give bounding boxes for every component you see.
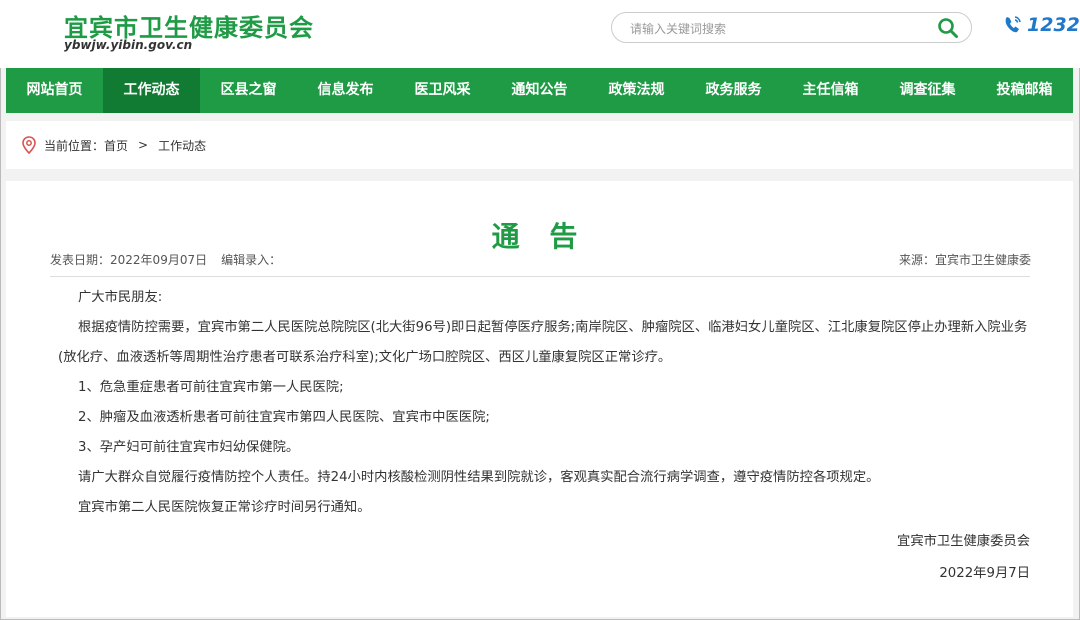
search-button[interactable] [937, 17, 959, 39]
editor-label: 编辑录入： [221, 253, 282, 267]
site-url: ybwjw.yibin.gov.cn [64, 38, 193, 52]
nav-item-surveys[interactable]: 调查征集 [879, 68, 976, 113]
main-nav: 网站首页 工作动态 区县之窗 信息发布 医卫风采 通知公告 政策法规 政务服务 … [6, 68, 1073, 113]
nav-item-gov-services[interactable]: 政务服务 [685, 68, 782, 113]
paragraph: 1、危急重症患者可前往宜宾市第一人民医院; [78, 380, 344, 395]
source-value: 宜宾市卫生健康委 [934, 253, 1031, 267]
article-meta: 发表日期：2022年09月07日 编辑录入： [50, 251, 281, 268]
nav-item-medical-style[interactable]: 医卫风采 [394, 68, 491, 113]
paragraph: 请广大群众自觉履行疫情防控个人责任。持24小时内核酸检测阴性结果到院就诊，客观真… [78, 470, 880, 485]
breadcrumb: 当前位置： 首页 > 工作动态 [6, 121, 1073, 169]
hotline: 12320 [1003, 14, 1080, 36]
divider [50, 276, 1030, 277]
paragraph: 根据疫情防控需要，宜宾市第二人民医院总院院区(北大街96号)即日起暂停医疗服务;… [58, 320, 1028, 365]
nav-item-policies[interactable]: 政策法规 [588, 68, 685, 113]
breadcrumb-label: 当前位置： [44, 138, 105, 153]
nav-item-home[interactable]: 网站首页 [6, 68, 103, 113]
publish-date: 2022年09月07日 [110, 253, 208, 267]
phone-icon [1005, 16, 1021, 33]
site-header: 宜宾市卫生健康委员会 ybwjw.yibin.gov.cn 12320 [0, 0, 1080, 68]
signature-org: 宜宾市卫生健康委员会 [897, 534, 1030, 549]
paragraph: 3、孕产妇可前往宜宾市妇幼保健院。 [78, 440, 300, 455]
search-icon [938, 18, 958, 38]
paragraph: 宜宾市第二人民医院恢复正常诊疗时间另行通知。 [78, 500, 371, 515]
hotline-number[interactable]: 12320 [1027, 14, 1080, 36]
nav-item-director-mailbox[interactable]: 主任信箱 [782, 68, 879, 113]
greeting: 广大市民朋友: [78, 290, 163, 305]
nav-item-submission-mail[interactable]: 投稿邮箱 [976, 68, 1073, 113]
nav-item-info-release[interactable]: 信息发布 [297, 68, 394, 113]
article-body: 广大市民朋友: 根据疫情防控需要，宜宾市第二人民医院总院院区(北大街96号)即日… [58, 283, 1030, 589]
search-box [611, 12, 972, 43]
search-input[interactable] [628, 18, 922, 40]
location-pin-icon [22, 136, 36, 154]
article-title: 通 告 [491, 220, 588, 253]
article-source: 来源：宜宾市卫生健康委 [899, 251, 1031, 268]
date-label: 发表日期： [50, 253, 111, 267]
nav-item-work-news[interactable]: 工作动态 [103, 68, 200, 113]
source-label: 来源： [898, 253, 935, 267]
breadcrumb-home-link[interactable]: 首页 [104, 137, 128, 154]
nav-item-notices[interactable]: 通知公告 [491, 68, 588, 113]
breadcrumb-current-link[interactable]: 工作动态 [158, 137, 206, 154]
paragraph: 2、肿瘤及血液透析患者可前往宜宾市第四人民医院、宜宾市中医医院; [78, 410, 490, 425]
signature-date: 2022年9月7日 [939, 566, 1030, 581]
breadcrumb-separator: > [138, 138, 149, 152]
article: 通 告 发表日期：2022年09月07日 编辑录入： 来源：宜宾市卫生健康委 广大… [6, 181, 1073, 617]
nav-item-county-window[interactable]: 区县之窗 [200, 68, 297, 113]
